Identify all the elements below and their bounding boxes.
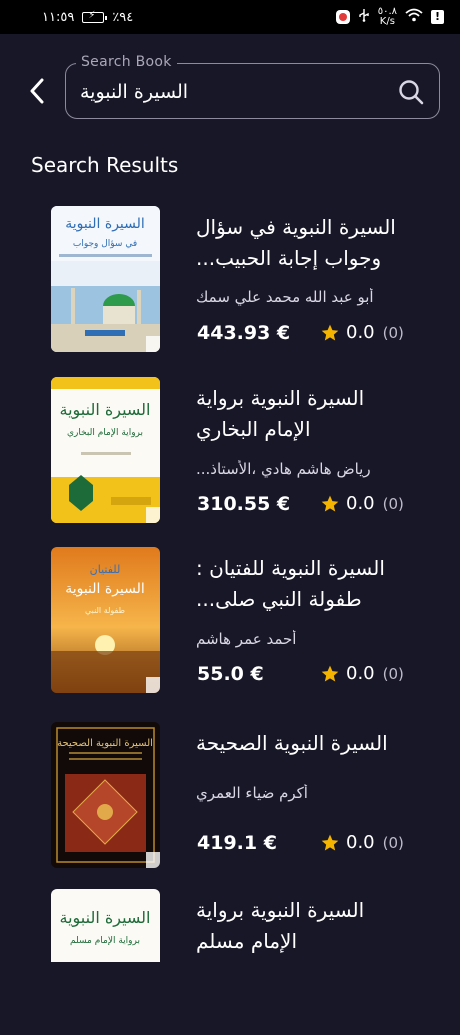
svg-text:للفتيان: للفتيان bbox=[90, 563, 121, 576]
book-price: 55.0 € bbox=[197, 663, 264, 685]
book-rating: 0.0 (0) bbox=[320, 322, 404, 343]
chevron-left-icon bbox=[30, 78, 44, 104]
book-cover-image[interactable]: السيرة النبوية برواية الإمام مسلم bbox=[51, 889, 160, 962]
status-left: ١١:٥٩ ⚡ ٪٩٤ bbox=[42, 10, 133, 25]
result-item[interactable]: السيرة النبوية الصحيحة السيرة النبوية ال… bbox=[0, 722, 460, 868]
book-price: 310.55 € bbox=[197, 493, 291, 515]
svg-text:في سؤال وجواب: في سؤال وجواب bbox=[73, 239, 137, 249]
search-icon[interactable] bbox=[397, 78, 425, 106]
svg-text:برواية الإمام مسلم: برواية الإمام مسلم bbox=[70, 936, 140, 946]
result-item[interactable]: السيرة النبوية في سؤال وجواب السيرة النب… bbox=[0, 206, 460, 352]
rating-count: (0) bbox=[382, 664, 404, 683]
book-cover-image[interactable]: السيرة النبوية الصحيحة bbox=[51, 722, 160, 868]
result-item[interactable]: للفتيان السيرة النبوية طفولة النبي السير… bbox=[0, 547, 460, 693]
book-author: أبو عبد الله محمد علي سمك bbox=[196, 288, 374, 306]
svg-text:برواية الإمام البخاري: برواية الإمام البخاري bbox=[67, 428, 143, 438]
search-label: Search Book bbox=[76, 54, 177, 70]
wifi-icon bbox=[405, 8, 423, 26]
rating-value: 0.0 bbox=[346, 663, 375, 684]
book-author: رياض هاشم هادي ،الأستاذ... bbox=[196, 460, 371, 478]
star-icon bbox=[321, 834, 339, 850]
back-button[interactable] bbox=[22, 74, 52, 108]
rating-value: 0.0 bbox=[346, 832, 375, 853]
search-field[interactable]: Search Book bbox=[65, 54, 440, 119]
result-item[interactable]: السيرة النبوية برواية الإمام البخاري الس… bbox=[0, 377, 460, 523]
result-item[interactable]: السيرة النبوية برواية الإمام مسلم السيرة… bbox=[0, 889, 460, 1035]
book-title[interactable]: السيرة النبوية في سؤال وجواب إجابة الحبي… bbox=[196, 212, 406, 274]
book-title[interactable]: السيرة النبوية برواية الإمام مسلم bbox=[196, 895, 406, 957]
network-speed: ٥٠.٨ K/s bbox=[378, 7, 397, 27]
rating-count: (0) bbox=[382, 494, 404, 513]
battery-level: ٪٩٤ bbox=[112, 9, 134, 25]
alert-icon: ! bbox=[431, 10, 444, 24]
app-notification-icon bbox=[335, 10, 350, 24]
status-right: ٥٠.٨ K/s ! bbox=[335, 7, 444, 27]
book-price: 443.93 € bbox=[197, 322, 291, 344]
star-icon bbox=[321, 665, 339, 681]
svg-text:السيرة النبوية: السيرة النبوية bbox=[60, 908, 151, 928]
book-cover-image[interactable]: السيرة النبوية في سؤال وجواب bbox=[51, 206, 160, 352]
rating-count: (0) bbox=[382, 833, 404, 852]
star-icon bbox=[321, 495, 339, 511]
svg-text:السيرة النبوية: السيرة النبوية bbox=[65, 581, 145, 597]
book-author: أحمد عمر هاشم bbox=[196, 630, 297, 648]
book-rating: 0.0 (0) bbox=[320, 832, 404, 853]
header: Search Book bbox=[0, 54, 460, 124]
star-icon bbox=[321, 324, 339, 340]
book-title[interactable]: السيرة النبوية الصحيحة bbox=[196, 728, 406, 759]
book-title[interactable]: السيرة النبوية برواية الإمام البخاري bbox=[196, 383, 406, 445]
book-cover-image[interactable]: السيرة النبوية برواية الإمام البخاري bbox=[51, 377, 160, 523]
search-input[interactable] bbox=[80, 78, 380, 106]
book-cover-image[interactable]: للفتيان السيرة النبوية طفولة النبي bbox=[51, 547, 160, 693]
book-price: 419.1 € bbox=[197, 832, 277, 854]
network-speed-unit: K/s bbox=[379, 16, 395, 27]
book-rating: 0.0 (0) bbox=[320, 493, 404, 514]
rating-count: (0) bbox=[382, 323, 404, 342]
status-time: ١١:٥٩ bbox=[42, 9, 75, 25]
book-title[interactable]: السيرة النبوية للفتيان : طفولة النبي صلى… bbox=[196, 553, 406, 615]
svg-text:طفولة النبي: طفولة النبي bbox=[85, 606, 125, 615]
svg-text:السيرة النبوية الصحيحة: السيرة النبوية الصحيحة bbox=[57, 738, 153, 749]
svg-text:السيرة النبوية: السيرة النبوية bbox=[65, 216, 145, 232]
battery-icon: ⚡ bbox=[82, 10, 108, 23]
results-heading: Search Results bbox=[31, 153, 179, 177]
rating-value: 0.0 bbox=[346, 493, 375, 514]
status-bar: ١١:٥٩ ⚡ ٪٩٤ ٥٠.٨ K/s ! bbox=[0, 0, 460, 34]
svg-text:السيرة النبوية: السيرة النبوية bbox=[60, 400, 151, 420]
book-author: أكرم ضياء العمري bbox=[196, 784, 308, 802]
book-rating: 0.0 (0) bbox=[320, 663, 404, 684]
rating-value: 0.0 bbox=[346, 322, 375, 343]
usb-icon bbox=[358, 8, 370, 26]
